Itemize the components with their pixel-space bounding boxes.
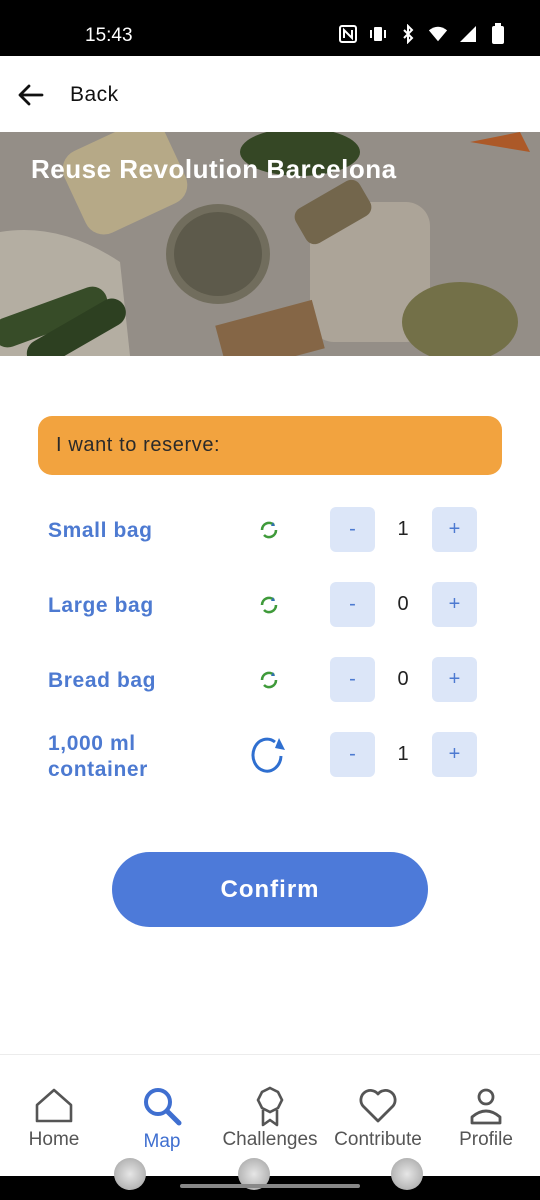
decrease-button[interactable]: -: [330, 582, 375, 627]
hero-title: Reuse Revolution Barcelona: [31, 154, 397, 184]
reserve-item-small-bag: Small bag - 1 +: [0, 507, 540, 553]
touch-indicator: [391, 1158, 423, 1190]
increase-button[interactable]: +: [432, 657, 477, 702]
decrease-button[interactable]: -: [330, 657, 375, 702]
item-label: Bread bag: [48, 669, 157, 692]
touch-indicator: [114, 1158, 146, 1190]
increase-button[interactable]: +: [432, 732, 477, 777]
back-arrow-icon[interactable]: [16, 80, 46, 110]
blue-refresh-arrow-icon: [249, 732, 289, 778]
vibrate-icon: [368, 23, 388, 45]
heart-icon: [357, 1085, 399, 1127]
badge-icon: [249, 1085, 291, 1127]
reserve-item-large-bag: Large bag - 0 +: [0, 582, 540, 628]
status-time: 15:43: [85, 25, 133, 46]
nav-item-challenges[interactable]: Challenges: [216, 1055, 324, 1165]
nav-item-map[interactable]: Map: [108, 1055, 216, 1165]
nav-label: Home: [28, 1129, 80, 1150]
wifi-icon: [428, 23, 448, 45]
status-bar: 15:43: [0, 0, 540, 56]
item-label: 1,000 ml container: [48, 732, 148, 781]
confirm-button[interactable]: Confirm: [112, 852, 428, 927]
nav-label: Contribute: [334, 1129, 422, 1150]
reserve-header-text: I want to reserve:: [56, 434, 221, 456]
bluetooth-icon: [398, 23, 418, 45]
hero-image: Reuse Revolution Barcelona: [0, 132, 540, 356]
status-icons: [338, 23, 508, 45]
reserve-item-container: 1,000 ml container - 1 +: [0, 732, 540, 781]
green-cycle-icon: [256, 667, 282, 693]
nav-item-profile[interactable]: Profile: [432, 1055, 540, 1165]
nav-item-contribute[interactable]: Contribute: [324, 1055, 432, 1165]
nav-label: Profile: [459, 1129, 513, 1150]
back-button[interactable]: Back: [70, 83, 119, 107]
reserve-header: I want to reserve:: [38, 416, 502, 475]
nav-item-home[interactable]: Home: [0, 1055, 108, 1165]
increase-button[interactable]: +: [432, 582, 477, 627]
quantity-value: 0: [397, 593, 409, 615]
nfc-icon: [338, 23, 358, 45]
person-icon: [465, 1085, 507, 1127]
home-indicator[interactable]: [180, 1184, 360, 1188]
quantity-value: 0: [397, 668, 409, 690]
item-label: Small bag: [48, 519, 153, 542]
green-cycle-icon: [256, 517, 282, 543]
quantity-value: 1: [397, 518, 409, 540]
reserve-item-bread-bag: Bread bag - 0 +: [0, 657, 540, 703]
item-label: Large bag: [48, 594, 154, 617]
increase-button[interactable]: +: [432, 507, 477, 552]
nav-label: Map: [143, 1131, 181, 1152]
app-bar: Back: [0, 56, 540, 132]
green-cycle-icon: [256, 592, 282, 618]
decrease-button[interactable]: -: [330, 732, 375, 777]
bottom-nav: Home Map Challenges Contribute Profile: [0, 1054, 540, 1176]
battery-icon: [488, 23, 508, 45]
signal-icon: [458, 23, 478, 45]
gesture-bar: [0, 1176, 540, 1200]
quantity-value: 1: [397, 743, 409, 765]
home-icon: [33, 1085, 75, 1127]
nav-label: Challenges: [222, 1129, 318, 1150]
decrease-button[interactable]: -: [330, 507, 375, 552]
search-icon: [141, 1085, 183, 1127]
